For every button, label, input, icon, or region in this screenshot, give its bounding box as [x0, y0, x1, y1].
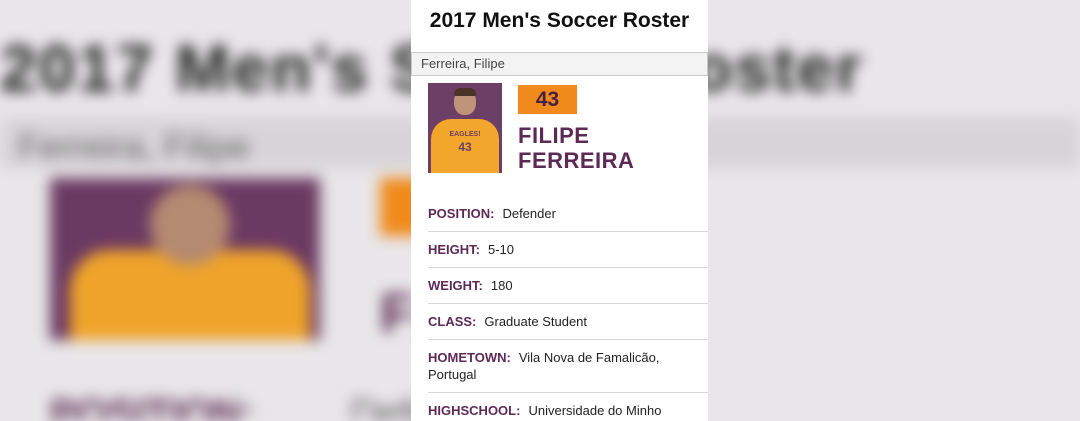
detail-label: WEIGHT:	[428, 278, 483, 293]
player-last-name: FERREIRA	[518, 148, 635, 173]
jersey-number: 43	[458, 140, 472, 154]
detail-label: HOMETOWN:	[428, 350, 511, 365]
bg-label: POSITION:	[50, 392, 255, 421]
detail-row-hometown: HOMETOWN: Vila Nova de Famalicão, Portuga…	[428, 340, 708, 393]
player-photo: EAGLES! 43	[428, 83, 502, 173]
page-title: 2017 Men's Soccer Roster	[429, 9, 690, 32]
detail-row-weight: WEIGHT: 180	[428, 268, 708, 304]
player-first-name: FILIPE	[518, 123, 590, 148]
jersey: EAGLES! 43	[431, 119, 499, 173]
detail-label: HEIGHT:	[428, 242, 480, 257]
detail-value: Universidade do Minho	[528, 403, 662, 418]
bg-head	[150, 185, 230, 265]
detail-label: HIGHSCHOOL:	[428, 403, 521, 418]
detail-row-highschool: HIGHSCHOOL: Universidade do Minho	[428, 393, 708, 421]
detail-row-class: CLASS: Graduate Student	[428, 304, 708, 340]
detail-value: Defender	[502, 206, 556, 221]
roster-card: 2017 Men's Soccer Roster Ferreira, Filip…	[411, 0, 708, 421]
detail-label: CLASS:	[428, 314, 477, 329]
detail-row-height: HEIGHT: 5-10	[428, 232, 708, 268]
detail-row-position: POSITION: Defender	[428, 196, 708, 232]
bg-select-text: Ferreira, Filipe	[18, 126, 251, 167]
detail-value: Graduate Student	[484, 314, 588, 329]
player-name: FILIPE FERREIRA	[518, 123, 634, 173]
player-number-badge: 43	[518, 85, 577, 114]
player-details: POSITION: Defender HEIGHT: 5-10 WEIGHT: 180…	[428, 196, 708, 421]
detail-label: POSITION:	[428, 206, 495, 221]
player-hair	[454, 88, 476, 96]
detail-value: 180	[490, 278, 513, 293]
player-select[interactable]: Ferreira, Filipe	[411, 52, 708, 76]
jersey-text: EAGLES!	[449, 131, 481, 138]
detail-value: 5-10	[488, 242, 515, 257]
